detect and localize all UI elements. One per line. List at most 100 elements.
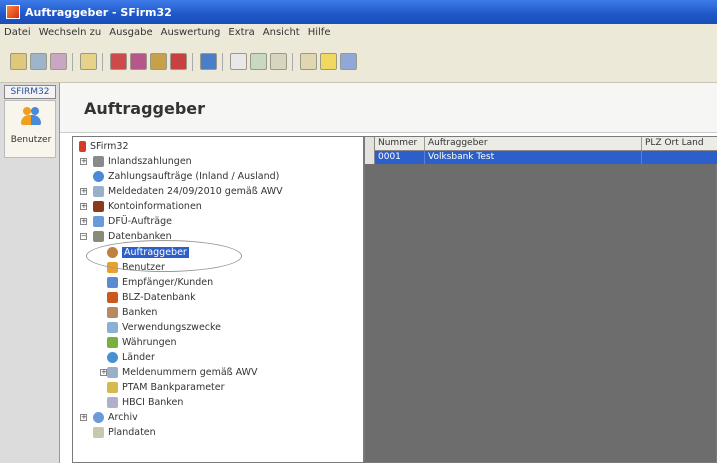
tree-item-label: Archiv	[108, 412, 138, 423]
tree-item-plandaten[interactable]: Plandaten	[93, 425, 156, 440]
transfer-icon[interactable]	[110, 53, 127, 70]
tree-item-label: DFÜ-Aufträge	[108, 216, 172, 227]
app-icon	[6, 5, 20, 19]
tree-item-verwendungszwecke[interactable]: Verwendungszwecke	[107, 320, 221, 335]
edit-icon[interactable]	[30, 53, 47, 70]
clipboard-icon[interactable]	[270, 53, 287, 70]
benutzer-button[interactable]: Benutzer	[4, 100, 56, 158]
tree-item-archiv[interactable]: Archiv	[93, 410, 138, 425]
tree-item-label: Meldedaten 24/09/2010 gemäß AWV	[108, 186, 283, 197]
sfirm-tab[interactable]: SFIRM32	[4, 85, 56, 99]
tree-item-meldenummern[interactable]: Meldenummern gemäß AWV	[107, 365, 258, 380]
expand-toggle[interactable]: +	[100, 369, 107, 376]
recipient-icon	[107, 277, 118, 288]
window-title: Auftraggeber - SFirm32	[25, 5, 172, 19]
tree-item-label: Währungen	[122, 337, 177, 348]
table-row[interactable]: 0001 Volksbank Test	[375, 151, 717, 164]
tree-item-label: Banken	[122, 307, 158, 318]
tree-panel: SFirm32 + Inlandszahlungen Zahlungsauftr…	[72, 136, 364, 463]
menu-ausgabe[interactable]: Ausgabe	[109, 27, 152, 38]
tree-item-label: Meldenummern gemäß AWV	[122, 367, 258, 378]
tree-item-zahlungsauftraege[interactable]: Zahlungsaufträge (Inland / Ausland)	[93, 169, 279, 184]
expand-toggle[interactable]: +	[80, 203, 87, 210]
tree-item-hbci-banken[interactable]: HBCI Banken	[107, 395, 183, 410]
column-header-plz-ort-land[interactable]: PLZ Ort Land	[642, 137, 717, 150]
report-icon	[107, 367, 118, 378]
hbci-icon	[107, 397, 118, 408]
column-header-nummer[interactable]: Nummer	[375, 137, 425, 150]
statement-icon[interactable]	[130, 53, 147, 70]
navigation-sidebar: SFIRM32 Benutzer	[0, 83, 60, 463]
menu-extra[interactable]: Extra	[228, 27, 254, 38]
transfer-icon	[93, 216, 104, 227]
tree-item-kontoinformationen[interactable]: Kontoinformationen	[93, 199, 202, 214]
cut-icon[interactable]	[230, 53, 247, 70]
direct-debit-icon[interactable]	[150, 53, 167, 70]
cell-nummer: 0001	[375, 151, 425, 164]
currency-icon	[107, 337, 118, 348]
new-icon[interactable]	[10, 53, 27, 70]
menu-datei[interactable]: Datei	[4, 27, 31, 38]
plan-icon	[93, 427, 104, 438]
account-icon	[93, 201, 104, 212]
tree-item-label: SFirm32	[90, 141, 129, 152]
data-grid: Nummer Auftraggeber PLZ Ort Land 0001 Vo…	[364, 136, 717, 463]
title-bar[interactable]: Auftraggeber - SFirm32	[0, 0, 717, 24]
parameter-icon	[107, 382, 118, 393]
tree-item-label: Zahlungsaufträge (Inland / Ausland)	[108, 171, 280, 182]
collapse-toggle[interactable]: −	[80, 233, 87, 240]
database-icon	[93, 231, 104, 242]
tree-item-meldedaten[interactable]: Meldedaten 24/09/2010 gemäß AWV	[93, 184, 283, 199]
tree-item-blz-datenbank[interactable]: BLZ-Datenbank	[107, 290, 196, 305]
toolbar-separator	[192, 53, 193, 71]
menu-ansicht[interactable]: Ansicht	[263, 27, 300, 38]
root-icon	[79, 141, 86, 152]
tree-item-sfirm32[interactable]: SFirm32	[79, 139, 129, 154]
help-icon[interactable]	[320, 53, 337, 70]
expand-toggle[interactable]: +	[80, 188, 87, 195]
application-window: Auftraggeber - SFirm32 Datei Wechseln zu…	[0, 0, 717, 463]
tree-item-label: Plandaten	[108, 427, 156, 438]
tree-item-inlandszahlungen[interactable]: Inlandszahlungen	[93, 154, 192, 169]
globe-icon	[107, 352, 118, 363]
expand-toggle[interactable]: +	[80, 218, 87, 225]
info-icon[interactable]	[340, 53, 357, 70]
column-header-auftraggeber[interactable]: Auftraggeber	[425, 137, 642, 150]
users-icon	[21, 107, 41, 127]
expand-toggle[interactable]: +	[80, 158, 87, 165]
tree-item-empfaenger[interactable]: Empfänger/Kunden	[107, 275, 213, 290]
tree-item-dfue-auftraege[interactable]: DFÜ-Aufträge	[93, 214, 172, 229]
menu-hilfe[interactable]: Hilfe	[308, 27, 331, 38]
tree-item-ptam-bankparameter[interactable]: PTAM Bankparameter	[107, 380, 225, 395]
toolbar	[0, 41, 717, 83]
cell-plz-ort-land	[642, 151, 717, 164]
tree-item-label: PTAM Bankparameter	[122, 382, 225, 393]
highlight-ellipse	[86, 240, 242, 272]
tree-item-label: Verwendungszwecke	[122, 322, 222, 333]
grid-header: Nummer Auftraggeber PLZ Ort Land	[375, 137, 717, 151]
globe-icon	[93, 171, 104, 182]
report-icon[interactable]	[170, 53, 187, 70]
tree-item-label: Kontoinformationen	[108, 201, 202, 212]
paste-icon[interactable]	[250, 53, 267, 70]
tree-item-label: HBCI Banken	[122, 397, 184, 408]
copy-icon[interactable]	[80, 53, 97, 70]
menu-auswertung[interactable]: Auswertung	[161, 27, 221, 38]
bank-icon	[107, 307, 118, 318]
expand-toggle[interactable]: +	[80, 414, 87, 421]
folder-icon	[93, 156, 104, 167]
purpose-icon	[107, 322, 118, 333]
refresh-icon[interactable]	[200, 53, 217, 70]
print-icon[interactable]	[300, 53, 317, 70]
delete-icon[interactable]	[50, 53, 67, 70]
page-title: Auftraggeber	[84, 99, 206, 118]
toolbar-separator	[102, 53, 103, 71]
toolbar-separator	[222, 53, 223, 71]
tree-item-waehrungen[interactable]: Währungen	[107, 335, 176, 350]
tree-item-banken[interactable]: Banken	[107, 305, 157, 320]
cell-auftraggeber: Volksbank Test	[425, 151, 642, 164]
menu-wechseln-zu[interactable]: Wechseln zu	[39, 27, 102, 38]
row-indicator-column	[365, 137, 375, 164]
tree-item-laender[interactable]: Länder	[107, 350, 155, 365]
benutzer-label: Benutzer	[10, 135, 52, 145]
